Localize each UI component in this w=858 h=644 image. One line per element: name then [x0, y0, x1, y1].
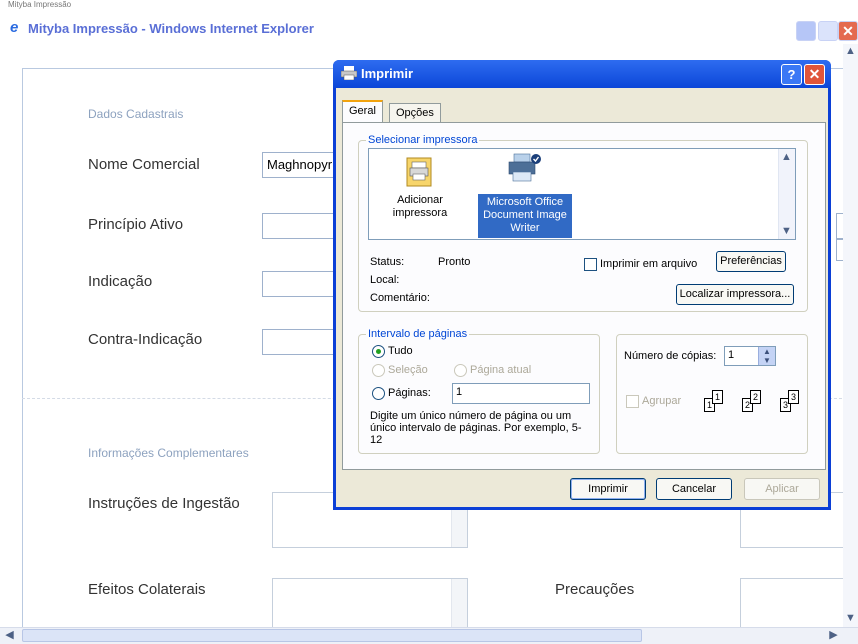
principio-ativo-label: Princípio Ativo	[88, 216, 184, 233]
indicacao-label: Indicação	[88, 273, 153, 290]
minimize-button[interactable]	[796, 21, 816, 41]
instrucoes-label: Instruções de Ingestão	[88, 495, 240, 512]
comentario-label: Comentário:	[370, 292, 430, 304]
page-vertical-scrollbar[interactable]	[843, 44, 858, 628]
local-label: Local:	[370, 274, 400, 286]
pages-input[interactable]: 1	[452, 383, 590, 404]
status-label: Status:	[370, 256, 405, 268]
horizontal-scroll-thumb[interactable]	[22, 629, 642, 642]
scroll-left-icon[interactable]: ◀	[2, 628, 17, 643]
dialog-title: Imprimir	[361, 66, 414, 81]
tab-geral[interactable]: Geral	[342, 100, 383, 123]
scroll-down-icon[interactable]: ▼	[843, 611, 858, 626]
radio-selection[interactable]	[372, 364, 385, 377]
cancel-button[interactable]: Cancelar	[656, 478, 732, 500]
tab-opcoes[interactable]: Opções	[389, 103, 441, 123]
efeitos-textarea[interactable]	[272, 578, 468, 628]
nome-comercial-input[interactable]: Maghnopyr	[262, 152, 342, 178]
apply-button[interactable]: Aplicar	[744, 478, 820, 500]
scroll-up-icon[interactable]: ▲	[843, 44, 858, 59]
print-to-file-checkbox[interactable]	[584, 258, 597, 271]
select-printer-legend: Selecionar impressora	[366, 134, 480, 146]
window-title: Mityba Impressão - Windows Internet Expl…	[28, 21, 314, 36]
dialog-close-button[interactable]: ✕	[804, 64, 825, 85]
page-range-legend: Intervalo de páginas	[366, 328, 470, 340]
add-printer-icon[interactable]	[406, 156, 434, 188]
nome-comercial-label: Nome Comercial	[88, 156, 200, 173]
efeitos-scrollbar[interactable]	[451, 579, 467, 627]
radio-all[interactable]	[372, 345, 385, 358]
page-range-hint: Digite um único número de página ou um ú…	[370, 410, 582, 446]
radio-current-page[interactable]	[454, 364, 467, 377]
principio-ativo-input[interactable]	[262, 213, 342, 239]
radio-pages[interactable]	[372, 387, 385, 400]
help-button[interactable]: ?	[781, 64, 802, 85]
contra-indicacao-label: Contra-Indicação	[88, 331, 203, 348]
office-printer-icon[interactable]	[506, 152, 542, 186]
printer-icon	[341, 66, 357, 80]
list-scroll-up-icon[interactable]: ▲	[779, 150, 794, 165]
collate-checkbox[interactable]	[626, 395, 639, 408]
find-printer-button[interactable]: Localizar impressora...	[676, 284, 794, 305]
maximize-button[interactable]	[818, 21, 838, 41]
radio-selection-label[interactable]: Seleção	[388, 364, 428, 376]
copies-spinner-icon[interactable]: ▲ ▼	[758, 347, 775, 365]
collate-illustration-icon: 1 1 2 2 3 3	[704, 388, 812, 418]
radio-all-label[interactable]: Tudo	[388, 345, 413, 357]
collate-label[interactable]: Agrupar	[642, 395, 681, 407]
precaucoes-label: Precauções	[555, 581, 635, 598]
status-value: Pronto	[438, 256, 471, 268]
radio-pages-label[interactable]: Páginas:	[388, 387, 431, 399]
contra-indicacao-input[interactable]	[262, 329, 342, 355]
print-button[interactable]: Imprimir	[570, 478, 646, 500]
scroll-right-icon[interactable]: ▶	[826, 628, 841, 643]
print-to-file-label[interactable]: Imprimir em arquivo	[600, 258, 697, 270]
preferences-button[interactable]: Preferências	[716, 251, 786, 272]
section-title-informacoes: Informações Complementares	[88, 446, 249, 460]
ie-logo-icon: e	[10, 19, 19, 36]
indicacao-input[interactable]	[262, 271, 342, 297]
printer-item-add[interactable]: Adicionar impressora	[382, 194, 458, 220]
radio-current-page-label[interactable]: Página atual	[470, 364, 531, 376]
efeitos-label: Efeitos Colaterais	[88, 581, 206, 598]
close-window-button[interactable]: ✕	[838, 21, 858, 41]
section-title-dados: Dados Cadastrais	[88, 107, 184, 121]
top-faded-text: Mityba Impressão	[8, 0, 72, 9]
printer-item-office[interactable]: Microsoft Office Document Image Writer	[478, 194, 572, 238]
precaucoes-textarea[interactable]	[740, 578, 844, 628]
list-scroll-down-icon[interactable]: ▼	[779, 224, 794, 239]
copies-label: Número de cópias:	[624, 350, 717, 362]
